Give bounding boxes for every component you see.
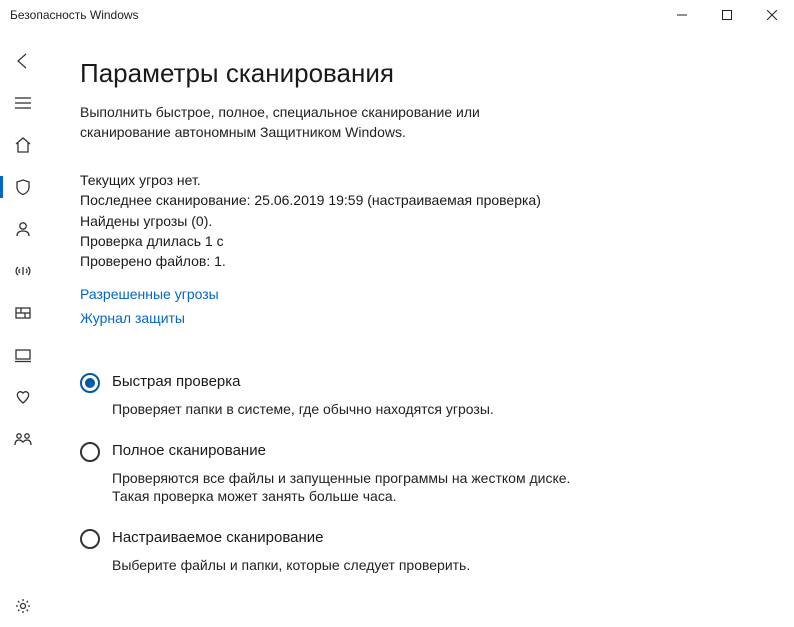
signal-icon[interactable]: [0, 250, 46, 292]
shield-icon[interactable]: [0, 166, 46, 208]
page-subtitle: Выполнить быстрое, полное, специальное с…: [80, 103, 520, 142]
main-content: Параметры сканирования Выполнить быстрое…: [46, 30, 794, 627]
allowed-threats-link[interactable]: Разрешенные угрозы: [80, 286, 754, 302]
window-title: Безопасность Windows: [10, 8, 139, 22]
back-button[interactable]: [0, 40, 46, 82]
protection-log-link[interactable]: Журнал защиты: [80, 310, 754, 326]
firewall-icon[interactable]: [0, 292, 46, 334]
radio-full-scan[interactable]: [80, 442, 100, 462]
option-desc: Выберите файлы и папки, которые следует …: [112, 556, 572, 575]
option-title: Настраиваемое сканирование: [112, 529, 572, 546]
option-quick-scan[interactable]: Быстрая проверка Проверяет папки в систе…: [80, 372, 754, 419]
minimize-button[interactable]: [659, 0, 704, 30]
status-scan-duration: Проверка длилась 1 с: [80, 231, 754, 251]
option-desc: Проверяет папки в системе, где обычно на…: [112, 400, 572, 419]
radio-custom-scan[interactable]: [80, 529, 100, 549]
family-icon[interactable]: [0, 418, 46, 460]
account-icon[interactable]: [0, 208, 46, 250]
scan-status: Текущих угроз нет. Последнее сканировани…: [80, 170, 754, 271]
close-button[interactable]: [749, 0, 794, 30]
status-threats-found: Найдены угрозы (0).: [80, 211, 754, 231]
home-icon[interactable]: [0, 124, 46, 166]
menu-button[interactable]: [0, 82, 46, 124]
option-full-scan[interactable]: Полное сканирование Проверяются все файл…: [80, 441, 754, 507]
settings-icon[interactable]: [0, 585, 46, 627]
page-title: Параметры сканирования: [80, 58, 754, 89]
titlebar: Безопасность Windows: [0, 0, 794, 30]
radio-quick-scan[interactable]: [80, 373, 100, 393]
status-no-threats: Текущих угроз нет.: [80, 170, 754, 190]
option-desc: Проверяются все файлы и запущенные прогр…: [112, 469, 572, 507]
device-icon[interactable]: [0, 334, 46, 376]
maximize-button[interactable]: [704, 0, 749, 30]
window-controls: [659, 0, 794, 30]
sidebar: [0, 30, 46, 627]
option-custom-scan[interactable]: Настраиваемое сканирование Выберите файл…: [80, 528, 754, 575]
option-title: Полное сканирование: [112, 442, 572, 459]
status-last-scan: Последнее сканирование: 25.06.2019 19:59…: [80, 190, 754, 210]
option-title: Быстрая проверка: [112, 373, 572, 390]
health-icon[interactable]: [0, 376, 46, 418]
status-files-scanned: Проверено файлов: 1.: [80, 251, 754, 271]
